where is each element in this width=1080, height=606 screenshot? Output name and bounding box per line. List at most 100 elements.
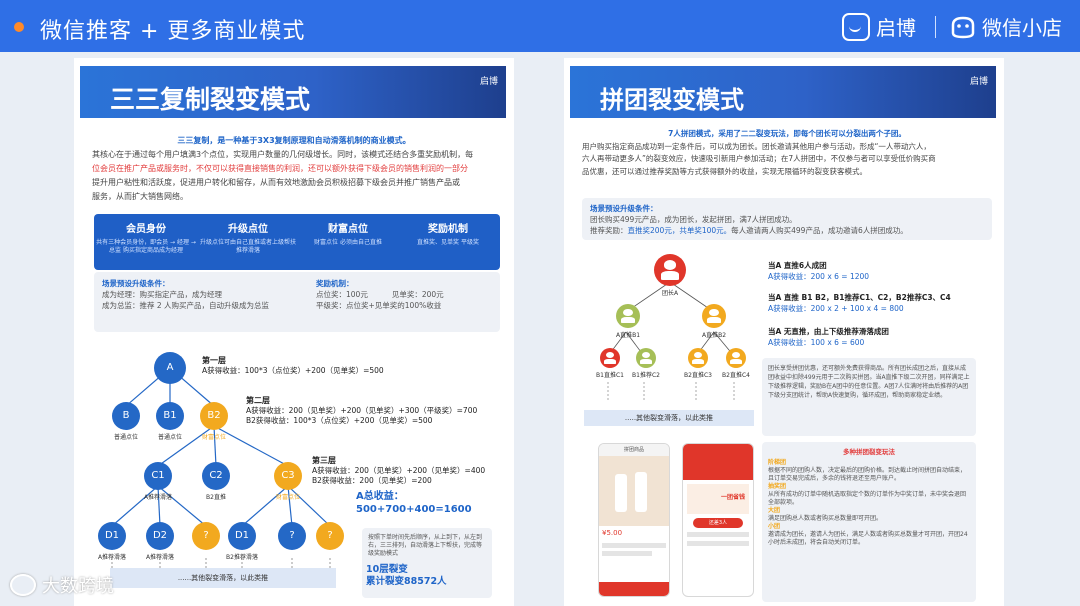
rule-1-title: 当A 直推6人成团 [768,261,827,270]
phone1-price: ¥5.00 [602,529,623,537]
left-panel-title: 三三复制裂变模式 [110,85,311,114]
member-c3-avatar-icon [688,348,708,368]
qibo-logo-icon [842,12,870,41]
right-more-note: .....其他裂变滑落，以此类推 [584,410,754,426]
node-d2: D2 [146,522,174,550]
left-intro: 三三复制，是一种基于3X3复制原理和自动滑落机制的商业模式。 其核心在于通过每个… [92,134,496,204]
node-a: A [154,352,186,384]
layer2-income-a: A获得收益：200（见单奖）+200（见单奖）+300（平级奖）=700 [246,406,478,415]
layer3-title: 第三层 [312,456,336,465]
play-lottery-title: 抽奖团 [768,483,787,490]
phone1-title: 拼团商品 [599,444,669,456]
node-b2: B2 [200,402,228,430]
watermark: 大数跨境 [10,572,114,598]
node-c3: C3 [274,462,302,490]
right-panel-header: 拼团裂变模式 启博 [570,66,996,118]
leader-label: 团长A [661,290,679,297]
band-col-reward: 奖励机制 直推奖、见单奖 平级奖 [398,220,498,247]
wechat-store-icon [951,16,975,38]
brand-divider [935,16,936,38]
left-intro-line: 提升用户粘性和活跃度，促进用户转化和留存，从而有效地激励会员积极招募下级会员并推… [92,178,460,187]
node-c3-label: 财富点位 [275,494,300,501]
node-b1: B1 [156,402,184,430]
rule-2-income: A获得收益：200 x 2 + 100 x 4 = 800 [768,304,904,313]
bullet-dot [14,22,24,32]
scene-reward: 直推奖200元，共单奖100元。 [627,226,732,235]
phone-screenshot-2: 一团省钱 还差3人 [682,443,754,597]
brand-wechat-store: 微信小店 [950,12,1062,41]
play-lottery-desc: 从所有成功的订单中随机选取指定个数的订单作为中奖订单，未中奖会退回全部款项。 [768,491,967,506]
product-image [599,456,669,526]
member-c4-avatar-icon [726,348,746,368]
play-small-desc: 邀请成为团长，邀请人为团长，满足人数或者购买总数量才可开团，开团24小时后未成团… [768,531,968,546]
member-c2-avatar-icon [636,348,656,368]
watermark-text: 大数跨境 [42,576,114,597]
reward-line: 点位奖：100元 [316,290,368,299]
pintuan-panel: 拼团裂变模式 启博 7人拼团模式，采用了二二裂变玩法，即每个团长可以分裂出两个子… [564,58,1004,606]
scene-line: 推荐奖励：直推奖200元，共单奖100元。每人邀请两人购买499产品，成功邀请6… [590,225,984,236]
rule-1-income: A获得收益：200 x 6 = 1200 [768,272,870,281]
left-mini-logo: 启博 [479,77,498,87]
phone2-deal: 一团省钱 [687,484,749,514]
rule-2: 当A 直推 B1 B2，B1推荐C1、C2，B2推荐C3、C4 A获得收益：200… [768,292,951,314]
node-c2: C2 [202,462,230,490]
member-c1-avatar-icon [600,348,620,368]
node-unknown: ? [316,522,344,550]
band-heading: 会员身份 [126,224,166,235]
right-mini-logo: 启博 [969,77,988,87]
right-intro-line: 六人再带动更多人”的裂变效应，快速吸引新用户参加活动；在7人拼团中，不仅参与者可… [582,154,936,163]
node-unknown: ? [278,522,306,550]
node-d1: D1 [98,522,126,550]
rule-2-title: 当A 直推 B1 B2，B1推荐C1、C2，B2推荐C3、C4 [768,293,951,302]
top-bar: 微信推客 + 更多商业模式 启博 微信小店 [0,0,1080,52]
total-income: A总收益： 500+700+400=1600 [356,490,472,516]
cond-line: 成为总监：推荐 2 人购买产品，自动升级成为总监 [102,301,270,310]
brand-wechat-store-label: 微信小店 [982,16,1062,40]
rule-3: 当A 无直推，由上下级推荐滑落成团 A获得收益：100 x 6 = 600 [768,326,889,348]
node-b1-label: 普通点位 [157,434,182,441]
band-col-upgrade: 升级点位升级点位可由自己直推或者上级帮扶推荐滑落 [198,220,298,255]
left-intro-line: 位会员在推广产品或服务时，不仅可以获得直接销售的利润，还可以额外获得下级会员的销… [92,164,468,173]
node-d1b-label: B2推荐滑落 [226,554,258,561]
member-b1-label: A直推B1 [615,332,641,339]
layer2-title: 第二层 [246,396,270,405]
band-col-member: 会员身份共有三种会员身份，即会员 → 经理 → 总监 购买指定商品成为经理 [96,220,196,255]
layer-result: 10层裂变 累计裂变88572人 [366,564,447,588]
play-title: 多种拼团裂变玩法 [843,448,895,456]
band-sub: 共有三种会员身份，即会员 → 经理 → 总监 购买指定商品成为经理 [96,239,196,254]
scene-label: 推荐奖励： [590,226,628,235]
band-heading: 财富点位 [328,224,368,235]
node-b2-label: 财富点位 [201,434,226,441]
watermark-logo-icon [10,574,36,596]
play-ladder-desc: 根据不同的团购人数，决定最后的团购价格。到达截止时间拼团自动结束，且订单交易完成… [768,467,967,482]
scene-detail: 每人邀请两人购买499产品，成功邀请6人拼团成功。 [731,226,908,235]
layer-total: 累计裂变88572人 [366,576,447,587]
right-panel-title: 拼团裂变模式 [600,86,744,114]
cond-title: 场景预设升级条件： [102,279,170,288]
node-c1-label: A推荐滑落 [143,494,173,501]
sanSan-panel: 三三复制裂变模式 启博 三三复制，是一种基于3X3复制原理和自动滑落机制的商业模… [74,58,514,606]
node-unknown: ? [192,522,220,550]
play-big-title: 大团 [768,507,781,514]
band-col-wealth: 财富点位财富点位 必须由自己直推 [298,220,398,247]
layer-count: 10层裂变 [366,564,408,575]
band-heading: 奖励机制 [428,224,468,235]
member-b2-label: A直推B2 [701,332,727,339]
phone2-join-button[interactable]: 还差3人 [693,518,743,528]
right-intro-line: 品优惠，还可以通过推荐奖励等方式获得额外的收益，实现无限循环的裂变获客模式。 [582,166,867,176]
rule-1: 当A 直推6人成团 A获得收益：200 x 6 = 1200 [768,260,869,282]
total-title: A总收益： [356,491,404,502]
left-intro-headline: 三三复制，是一种基于3X3复制原理和自动滑落机制的商业模式。 [177,136,411,145]
scene-line: 团长购买499元产品，成为团长，发起拼团，满7人拼团成功。 [590,215,797,224]
node-d1b: D1 [228,522,256,550]
band-sub: 升级点位可由自己直推或者上级帮扶推荐滑落 [199,239,296,254]
member-b2-avatar-icon [702,304,726,328]
right-intro: 7人拼团模式，采用了二二裂变玩法，即每个团长可以分裂出两个子团。 用户购买指定商… [582,128,992,178]
node-c1: C1 [144,462,172,490]
layer3-text: 第三层 A获得收益：200（见单奖）+200（见单奖）=400 B2获得收益：200… [312,456,485,486]
rule-3-income: A获得收益：100 x 6 = 600 [768,338,865,347]
band-sub: 财富点位 必须由自己直推 [314,239,382,246]
reward-line: 见单奖：200元 [391,290,444,299]
play-small-title: 小团 [768,523,781,530]
band-heading: 升级点位 [228,224,268,235]
